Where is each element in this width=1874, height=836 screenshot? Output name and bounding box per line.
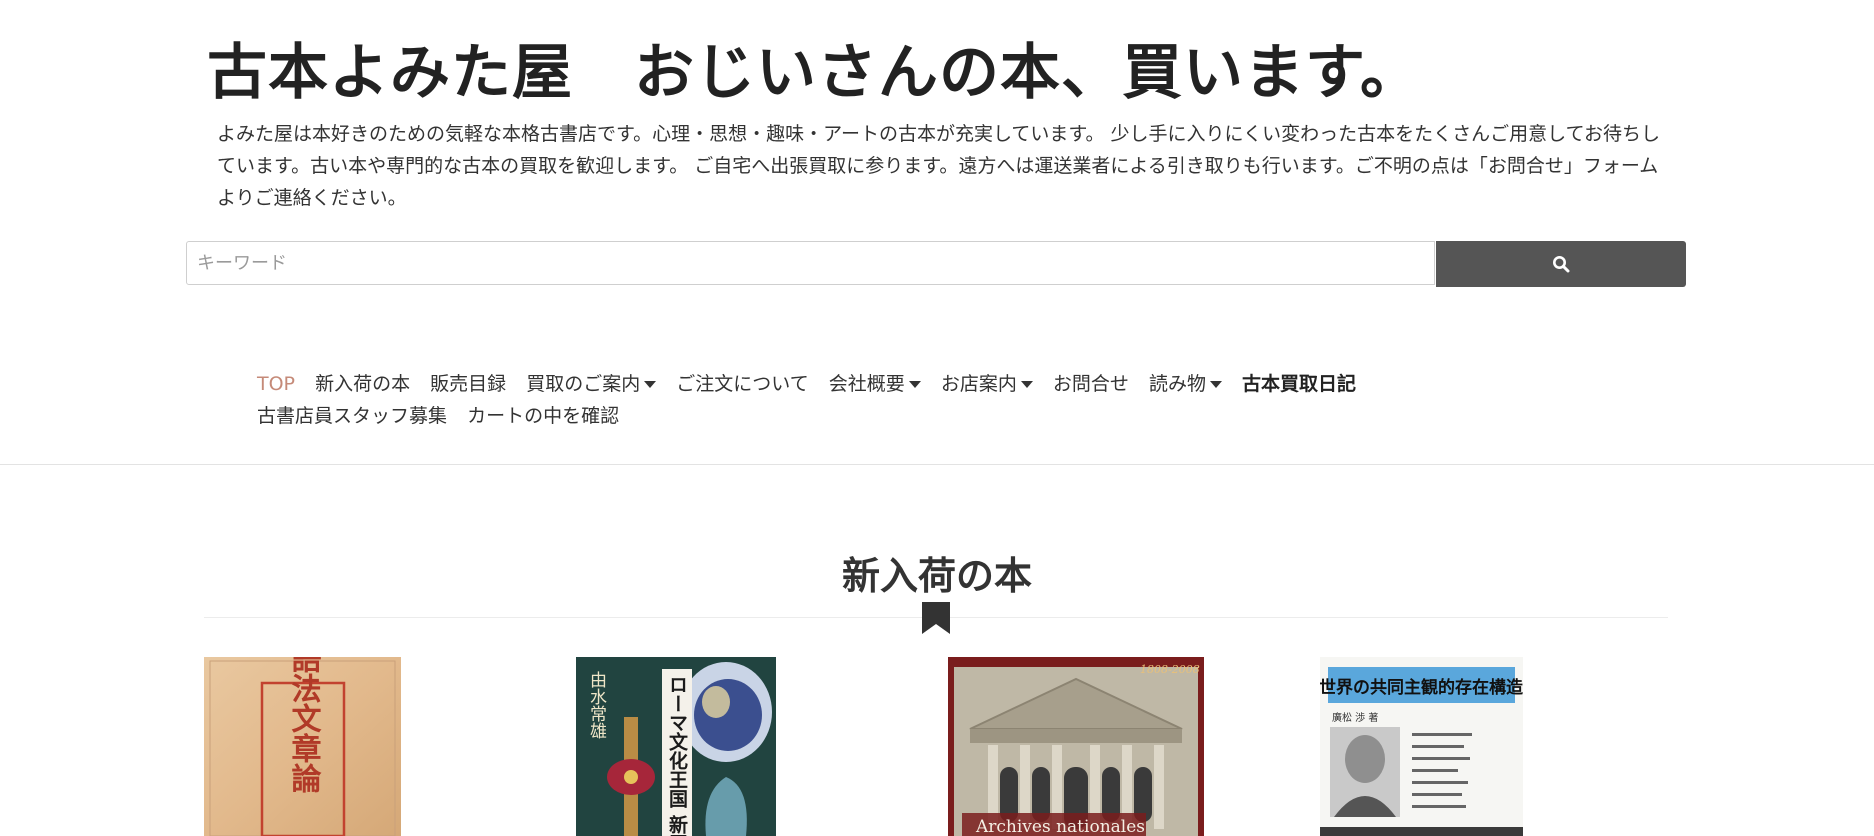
caret-down-icon <box>1020 381 1033 388</box>
cover-author: 廣松 渉 著 <box>1332 711 1378 724</box>
search-icon <box>1553 256 1570 273</box>
book-title-vertical: ローマ文化王国 新羅 <box>666 675 688 836</box>
book-cover[interactable]: 1808-2008 Archives nationales <box>948 657 1204 836</box>
bookmark-icon <box>922 602 950 634</box>
nav-item-top[interactable]: TOP <box>257 368 295 400</box>
cover-dates: 1808-2008 <box>1140 663 1200 676</box>
book-cover[interactable]: 國語法文章論 <box>204 657 401 836</box>
nav-item-company[interactable]: 会社概要 <box>829 368 921 400</box>
nav-item-new-arrivals[interactable]: 新入荷の本 <box>315 368 410 400</box>
nav-item-purchase-guide[interactable]: 買取のご案内 <box>526 368 657 400</box>
caret-down-icon <box>644 381 657 388</box>
section-title: 新入荷の本 <box>841 553 1032 598</box>
nav-item-purchase-diary[interactable]: 古本買取日記 <box>1242 368 1356 400</box>
main-nav: TOP 新入荷の本 販売目録 買取のご案内 ご注文について 会社概要 お店案内 … <box>257 368 1457 432</box>
nav-item-store-info[interactable]: お店案内 <box>941 368 1033 400</box>
cover-title: 世界の共同主観的存在構造 <box>1320 677 1523 698</box>
nav-item-cart[interactable]: カートの中を確認 <box>467 400 619 432</box>
site-description: よみた屋は本好きのための気軽な本格古書店です。心理・思想・趣味・アートの古本が充… <box>217 123 1661 209</box>
search-form <box>186 241 1686 287</box>
cover-title: Archives nationales <box>975 817 1145 836</box>
nav-item-staff-recruit[interactable]: 古書店員スタッフ募集 <box>257 400 447 432</box>
nav-item-ordering[interactable]: ご注文について <box>676 368 808 400</box>
caret-down-icon <box>1209 381 1222 388</box>
book-cover[interactable]: ローマ文化王国 新羅 由水常雄 <box>576 657 776 836</box>
book-cover[interactable]: 世界の共同主観的存在構造 廣松 渉 著 <box>1320 657 1523 836</box>
nav-item-contact[interactable]: お問合せ <box>1053 368 1129 400</box>
search-input[interactable] <box>186 241 1435 285</box>
book-author-vertical: 由水常雄 <box>586 671 607 739</box>
nav-item-readings[interactable]: 読み物 <box>1149 368 1222 400</box>
book-title-vertical: 國語法文章論 <box>286 657 322 793</box>
header-divider <box>0 464 1874 465</box>
nav-item-catalog[interactable]: 販売目録 <box>430 368 506 400</box>
search-button[interactable] <box>1436 241 1686 287</box>
caret-down-icon <box>908 381 921 388</box>
site-title[interactable]: 古本よみた屋 おじいさんの本、買います。 <box>207 24 1421 111</box>
